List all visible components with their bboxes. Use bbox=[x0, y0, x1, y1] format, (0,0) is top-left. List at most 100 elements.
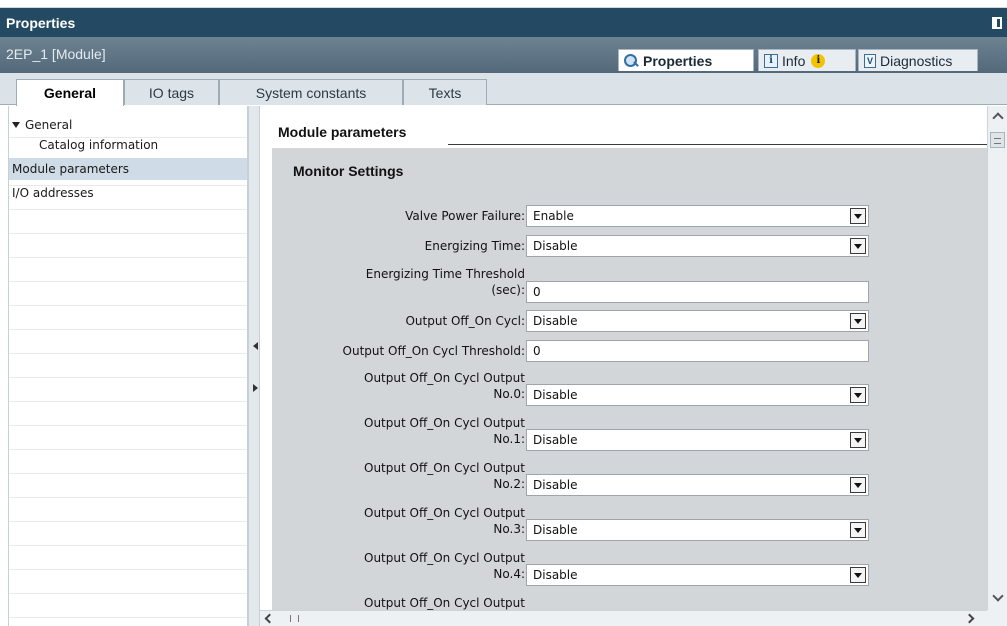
field-row: Output Off_On Cycl Output No.4: bbox=[272, 548, 525, 584]
tab-general[interactable]: General bbox=[16, 79, 124, 106]
field-label-line1: Output Off_On Cycl Output bbox=[364, 461, 525, 475]
tree-item-module-parameters[interactable]: Module parameters bbox=[9, 158, 247, 180]
input-value: 0 bbox=[533, 344, 541, 358]
monitor-settings-group: Monitor Settings Valve Power Failure: En… bbox=[272, 148, 987, 610]
field-row: Output Off_On Cycl Output No.3: bbox=[272, 503, 525, 539]
tree-item-catalog-information[interactable]: Catalog information bbox=[9, 134, 247, 156]
chevron-down-icon[interactable] bbox=[850, 313, 866, 329]
tree-item-io-addresses[interactable]: I/O addresses bbox=[9, 182, 247, 204]
field-label-line2: No.1: bbox=[493, 432, 525, 446]
field-label-line2: No.0: bbox=[493, 387, 525, 401]
output-off-on-cycl-threshold-input[interactable]: 0 bbox=[526, 340, 869, 362]
field-label: Output Off_On Cycl: bbox=[405, 314, 525, 328]
tab-diagnostics-label: Diagnostics bbox=[880, 52, 953, 69]
section-header: Module parameters bbox=[260, 118, 987, 145]
scroll-left-icon[interactable] bbox=[264, 613, 275, 624]
section-title: Module parameters bbox=[278, 124, 415, 140]
field-label: Valve Power Failure: bbox=[405, 209, 525, 223]
field-row: Output Off_On Cycl Output No.1: bbox=[272, 413, 525, 449]
field-label-line1: Output Off_On Cycl Output bbox=[364, 506, 525, 520]
expand-right-arrow-icon[interactable] bbox=[253, 384, 258, 392]
horizontal-scrollbar[interactable] bbox=[260, 610, 987, 626]
tab-info[interactable]: i Info i bbox=[758, 49, 856, 71]
output-no4-dropdown[interactable]: Disable bbox=[526, 564, 869, 586]
field-row: Output Off_On Cycl: bbox=[272, 310, 525, 332]
dropdown-value: Enable bbox=[533, 209, 574, 223]
expand-triangle-icon[interactable] bbox=[12, 122, 20, 128]
general-tab-row: General IO tags System constants Texts bbox=[0, 73, 1007, 106]
valve-power-failure-dropdown[interactable]: Enable bbox=[526, 205, 869, 227]
vertical-scrollbar[interactable] bbox=[987, 106, 1007, 610]
tab-info-label: Info bbox=[782, 52, 806, 69]
tab-properties-label: Properties bbox=[643, 52, 713, 69]
field-row: Output Off_On Cycl Output bbox=[272, 593, 525, 610]
output-no1-dropdown[interactable]: Disable bbox=[526, 429, 869, 451]
dropdown-value: Disable bbox=[533, 568, 578, 582]
dropdown-value: Disable bbox=[533, 239, 578, 253]
field-label-line2: No.4: bbox=[493, 567, 525, 581]
dock-pin-icon[interactable] bbox=[992, 17, 1002, 29]
tree-item-label: Module parameters bbox=[12, 162, 130, 176]
field-row: Output Off_On Cycl Output No.2: bbox=[272, 458, 525, 494]
field-label-line1: Output Off_On Cycl Output bbox=[364, 416, 525, 430]
top-strip bbox=[0, 0, 1007, 8]
vertical-scroll-thumb[interactable] bbox=[990, 132, 1005, 148]
chevron-down-icon[interactable] bbox=[850, 522, 866, 538]
field-label-line1: Output Off_On Cycl Output bbox=[364, 371, 525, 385]
object-bar: 2EP_1 [Module] Properties i Info i V Dia… bbox=[0, 37, 1007, 73]
tree-item-general[interactable]: General bbox=[9, 114, 247, 136]
warning-icon: i bbox=[811, 53, 826, 68]
chevron-down-icon[interactable] bbox=[850, 477, 866, 493]
energizing-time-dropdown[interactable]: Disable bbox=[526, 235, 869, 257]
properties-magnifier-icon bbox=[624, 53, 639, 68]
dropdown-value: Disable bbox=[533, 478, 578, 492]
chevron-down-icon[interactable] bbox=[850, 387, 866, 403]
group-title: Monitor Settings bbox=[293, 163, 404, 179]
tab-properties[interactable]: Properties bbox=[618, 49, 754, 71]
scroll-right-icon[interactable] bbox=[964, 613, 975, 624]
panel-splitter[interactable] bbox=[248, 106, 260, 626]
object-name: 2EP_1 [Module] bbox=[6, 46, 106, 62]
field-label-line2: No.2: bbox=[493, 477, 525, 491]
scrollbar-corner bbox=[987, 610, 1007, 626]
output-off-on-cycl-dropdown[interactable]: Disable bbox=[526, 310, 869, 332]
navigation-tree: General Catalog information Module param… bbox=[8, 106, 248, 626]
section-divider bbox=[448, 144, 987, 145]
field-label-line2: No.3: bbox=[493, 522, 525, 536]
chevron-down-icon[interactable] bbox=[850, 208, 866, 224]
tree-item-label: Catalog information bbox=[39, 138, 159, 152]
output-no3-dropdown[interactable]: Disable bbox=[526, 519, 869, 541]
tab-io-tags[interactable]: IO tags bbox=[124, 79, 219, 105]
window-title: Properties bbox=[6, 14, 76, 31]
tab-texts-label: Texts bbox=[428, 84, 462, 101]
energizing-time-threshold-input[interactable]: 0 bbox=[526, 281, 869, 303]
horizontal-scroll-thumb[interactable] bbox=[282, 613, 318, 624]
tab-system-constants-label: System constants bbox=[255, 84, 367, 101]
scroll-up-icon[interactable] bbox=[992, 112, 1004, 124]
field-row: Output Off_On Cycl Threshold: bbox=[272, 340, 525, 362]
dropdown-value: Disable bbox=[533, 314, 578, 328]
tab-diagnostics[interactable]: V Diagnostics bbox=[858, 49, 978, 71]
chevron-down-icon[interactable] bbox=[850, 432, 866, 448]
tree-item-label: General bbox=[25, 118, 73, 132]
output-no0-dropdown[interactable]: Disable bbox=[526, 384, 869, 406]
content-area: Module parameters Monitor Settings Valve… bbox=[260, 106, 987, 610]
scroll-down-icon[interactable] bbox=[992, 590, 1004, 602]
field-label-line1: Output Off_On Cycl Output bbox=[364, 596, 525, 610]
tab-io-tags-label: IO tags bbox=[148, 84, 195, 101]
collapse-left-arrow-icon[interactable] bbox=[253, 342, 258, 350]
field-row: Energizing Time Threshold (sec): bbox=[272, 264, 525, 300]
tab-system-constants[interactable]: System constants bbox=[219, 79, 403, 105]
dropdown-value: Disable bbox=[533, 523, 578, 537]
tab-general-label: General bbox=[43, 85, 97, 101]
chevron-down-icon[interactable] bbox=[850, 567, 866, 583]
field-label-line1: Output Off_On Cycl Output bbox=[364, 551, 525, 565]
chevron-down-icon[interactable] bbox=[850, 238, 866, 254]
properties-title-bar: Properties bbox=[0, 8, 1007, 37]
field-row: Valve Power Failure: bbox=[272, 205, 525, 227]
dropdown-value: Disable bbox=[533, 388, 578, 402]
tree-item-label: I/O addresses bbox=[12, 186, 94, 200]
tab-texts[interactable]: Texts bbox=[403, 79, 487, 105]
output-no2-dropdown[interactable]: Disable bbox=[526, 474, 869, 496]
field-label: Output Off_On Cycl Threshold: bbox=[342, 344, 525, 358]
